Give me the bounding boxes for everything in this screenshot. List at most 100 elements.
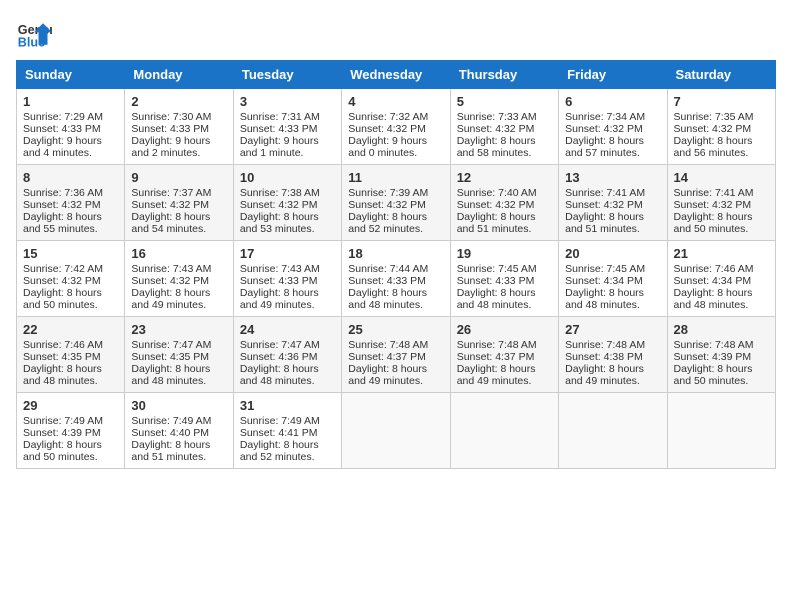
day-cell (559, 393, 667, 469)
day-number: 29 (23, 398, 118, 413)
week-row-3: 15Sunrise: 7:42 AMSunset: 4:32 PMDayligh… (17, 241, 776, 317)
day-cell: 24Sunrise: 7:47 AMSunset: 4:36 PMDayligh… (233, 317, 341, 393)
day-cell: 13Sunrise: 7:41 AMSunset: 4:32 PMDayligh… (559, 165, 667, 241)
day-cell: 15Sunrise: 7:42 AMSunset: 4:32 PMDayligh… (17, 241, 125, 317)
day-cell: 8Sunrise: 7:36 AMSunset: 4:32 PMDaylight… (17, 165, 125, 241)
daylight: Daylight: 8 hours and 48 minutes. (565, 287, 644, 311)
day-number: 25 (348, 322, 443, 337)
sunset: Sunset: 4:38 PM (565, 351, 643, 363)
day-number: 31 (240, 398, 335, 413)
sunrise: Sunrise: 7:37 AM (131, 187, 211, 199)
day-number: 6 (565, 94, 660, 109)
sunset: Sunset: 4:35 PM (131, 351, 209, 363)
daylight: Daylight: 8 hours and 49 minutes. (457, 363, 536, 387)
sunset: Sunset: 4:32 PM (23, 199, 101, 211)
sunset: Sunset: 4:32 PM (240, 199, 318, 211)
day-cell: 4 Sunrise: 7:32 AMSunset: 4:32 PMDaylight… (342, 89, 450, 165)
daylight: Daylight: 9 hours and 1 minute. (240, 135, 319, 159)
sunrise: Sunrise: 7:44 AM (348, 263, 428, 275)
sunset: Sunset: 4:32 PM (565, 199, 643, 211)
sunrise: Sunrise: 7:38 AM (240, 187, 320, 199)
sunset: Sunset: 4:34 PM (674, 275, 752, 287)
sunset: Sunset: 4:32 PM (348, 199, 426, 211)
col-header-wednesday: Wednesday (342, 61, 450, 89)
sunrise: Sunrise: 7:30 AM (131, 111, 211, 123)
day-cell (667, 393, 775, 469)
day-number: 24 (240, 322, 335, 337)
day-cell (342, 393, 450, 469)
day-cell: 7Sunrise: 7:35 AMSunset: 4:32 PMDaylight… (667, 89, 775, 165)
daylight: Daylight: 9 hours and 2 minutes. (131, 135, 210, 159)
day-number: 13 (565, 170, 660, 185)
sunset: Sunset: 4:32 PM (131, 199, 209, 211)
day-number: 10 (240, 170, 335, 185)
sunrise: Sunrise: 7:46 AM (674, 263, 754, 275)
week-row-4: 22Sunrise: 7:46 AMSunset: 4:35 PMDayligh… (17, 317, 776, 393)
daylight: Daylight: 9 hours and 4 minutes. (23, 135, 102, 159)
sunrise: Sunrise: 7:39 AM (348, 187, 428, 199)
daylight: Daylight: 8 hours and 51 minutes. (457, 211, 536, 235)
day-number: 21 (674, 246, 769, 261)
sunset: Sunset: 4:33 PM (23, 123, 101, 135)
sunset: Sunset: 4:39 PM (23, 427, 101, 439)
day-cell: 3Sunrise: 7:31 AMSunset: 4:33 PMDaylight… (233, 89, 341, 165)
sunrise: Sunrise: 7:45 AM (565, 263, 645, 275)
daylight: Daylight: 9 hours and 0 minutes. (348, 135, 427, 159)
week-row-1: 1Sunrise: 7:29 AMSunset: 4:33 PMDaylight… (17, 89, 776, 165)
sunrise: Sunrise: 7:31 AM (240, 111, 320, 123)
day-number: 1 (23, 94, 118, 109)
daylight: Daylight: 8 hours and 53 minutes. (240, 211, 319, 235)
sunset: Sunset: 4:40 PM (131, 427, 209, 439)
day-cell: 26Sunrise: 7:48 AMSunset: 4:37 PMDayligh… (450, 317, 558, 393)
sunrise: Sunrise: 7:47 AM (240, 339, 320, 351)
col-header-friday: Friday (559, 61, 667, 89)
day-cell: 12 Sunrise: 7:40 AMSunset: 4:32 PMDayligh… (450, 165, 558, 241)
sunset: Sunset: 4:32 PM (457, 199, 535, 211)
day-number: 19 (457, 246, 552, 261)
day-cell: 30Sunrise: 7:49 AMSunset: 4:40 PMDayligh… (125, 393, 233, 469)
sunrise: Sunrise: 7:48 AM (674, 339, 754, 351)
day-cell: 27Sunrise: 7:48 AMSunset: 4:38 PMDayligh… (559, 317, 667, 393)
sunrise: Sunrise: 7:46 AM (23, 339, 103, 351)
day-number: 3 (240, 94, 335, 109)
sunrise: Sunrise: 7:42 AM (23, 263, 103, 275)
day-cell: 23Sunrise: 7:47 AMSunset: 4:35 PMDayligh… (125, 317, 233, 393)
daylight: Daylight: 8 hours and 54 minutes. (131, 211, 210, 235)
day-cell: 19Sunrise: 7:45 AMSunset: 4:33 PMDayligh… (450, 241, 558, 317)
calendar-table: SundayMondayTuesdayWednesdayThursdayFrid… (16, 60, 776, 469)
sunrise: Sunrise: 7:43 AM (240, 263, 320, 275)
sunset: Sunset: 4:32 PM (565, 123, 643, 135)
sunset: Sunset: 4:33 PM (240, 275, 318, 287)
day-number: 4 (348, 94, 443, 109)
day-number: 8 (23, 170, 118, 185)
daylight: Daylight: 8 hours and 48 minutes. (348, 287, 427, 311)
col-header-sunday: Sunday (17, 61, 125, 89)
sunset: Sunset: 4:37 PM (457, 351, 535, 363)
col-header-thursday: Thursday (450, 61, 558, 89)
day-number: 28 (674, 322, 769, 337)
daylight: Daylight: 8 hours and 51 minutes. (565, 211, 644, 235)
sunrise: Sunrise: 7:49 AM (131, 415, 211, 427)
sunrise: Sunrise: 7:40 AM (457, 187, 537, 199)
day-cell: 9 Sunrise: 7:37 AMSunset: 4:32 PMDaylight… (125, 165, 233, 241)
day-number: 5 (457, 94, 552, 109)
day-number: 16 (131, 246, 226, 261)
logo: General Blue (16, 16, 52, 52)
sunrise: Sunrise: 7:29 AM (23, 111, 103, 123)
day-number: 26 (457, 322, 552, 337)
day-cell: 14Sunrise: 7:41 AMSunset: 4:32 PMDayligh… (667, 165, 775, 241)
sunrise: Sunrise: 7:49 AM (240, 415, 320, 427)
sunrise: Sunrise: 7:32 AM (348, 111, 428, 123)
day-cell: 11Sunrise: 7:39 AMSunset: 4:32 PMDayligh… (342, 165, 450, 241)
day-number: 9 (131, 170, 226, 185)
sunset: Sunset: 4:32 PM (348, 123, 426, 135)
day-number: 14 (674, 170, 769, 185)
col-header-tuesday: Tuesday (233, 61, 341, 89)
sunset: Sunset: 4:36 PM (240, 351, 318, 363)
day-cell: 2Sunrise: 7:30 AMSunset: 4:33 PMDaylight… (125, 89, 233, 165)
daylight: Daylight: 8 hours and 57 minutes. (565, 135, 644, 159)
day-number: 12 (457, 170, 552, 185)
daylight: Daylight: 8 hours and 55 minutes. (23, 211, 102, 235)
day-cell: 20Sunrise: 7:45 AMSunset: 4:34 PMDayligh… (559, 241, 667, 317)
daylight: Daylight: 8 hours and 48 minutes. (457, 287, 536, 311)
